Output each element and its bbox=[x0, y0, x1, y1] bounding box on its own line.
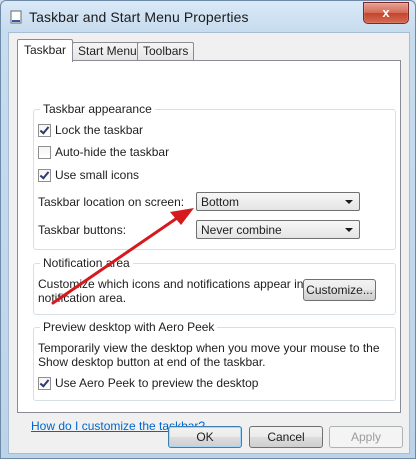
aero-peek-checkbox[interactable] bbox=[38, 377, 51, 390]
title-bar[interactable]: Taskbar and Start Menu Properties x bbox=[1, 1, 415, 33]
tab-taskbar[interactable]: Taskbar bbox=[17, 39, 73, 62]
apply-button[interactable]: Apply bbox=[329, 426, 403, 448]
ok-button[interactable]: OK bbox=[168, 426, 242, 448]
aero-peek-label: Use Aero Peek to preview the desktop bbox=[55, 376, 258, 390]
notification-area-group: Notification area Customize which icons … bbox=[33, 263, 396, 315]
aero-peek-row[interactable]: Use Aero Peek to preview the desktop bbox=[38, 375, 258, 391]
window-title: Taskbar and Start Menu Properties bbox=[29, 9, 249, 25]
peek-description-1: Temporarily view the desktop when you mo… bbox=[38, 341, 380, 355]
location-select-value: Bottom bbox=[201, 195, 239, 209]
notification-description-2: notification area. bbox=[38, 291, 126, 305]
chevron-down-icon bbox=[345, 200, 353, 204]
cancel-button[interactable]: Cancel bbox=[249, 426, 323, 448]
close-icon: x bbox=[382, 5, 389, 20]
customize-button[interactable]: Customize... bbox=[303, 279, 376, 301]
buttons-select-value: Never combine bbox=[201, 223, 282, 237]
lock-taskbar-label: Lock the taskbar bbox=[55, 123, 143, 137]
buttons-select[interactable]: Never combine bbox=[196, 220, 360, 239]
small-icons-checkbox[interactable] bbox=[38, 169, 51, 182]
tab-toolbars[interactable]: Toolbars bbox=[137, 42, 194, 61]
autohide-label: Auto-hide the taskbar bbox=[55, 145, 169, 159]
location-select[interactable]: Bottom bbox=[196, 192, 360, 211]
lock-taskbar-row[interactable]: Lock the taskbar bbox=[38, 122, 143, 138]
group-title-peek: Preview desktop with Aero Peek bbox=[40, 320, 217, 334]
location-label: Taskbar location on screen: bbox=[38, 195, 184, 209]
taskbar-app-icon bbox=[9, 10, 23, 24]
group-title-appearance: Taskbar appearance bbox=[40, 102, 155, 116]
close-button[interactable]: x bbox=[363, 2, 409, 24]
buttons-label: Taskbar buttons: bbox=[38, 223, 126, 237]
dialog-client-area: Taskbar Start Menu Toolbars Taskbar appe… bbox=[8, 32, 410, 454]
notification-description-1: Customize which icons and notifications … bbox=[38, 277, 324, 291]
properties-window: Taskbar and Start Menu Properties x Task… bbox=[0, 0, 416, 459]
lock-taskbar-checkbox[interactable] bbox=[38, 124, 51, 137]
peek-description-2: Show desktop button at end of the taskba… bbox=[38, 355, 266, 369]
group-title-notification: Notification area bbox=[40, 256, 133, 270]
autohide-checkbox[interactable] bbox=[38, 146, 51, 159]
tab-start-menu[interactable]: Start Menu bbox=[72, 42, 143, 61]
small-icons-label: Use small icons bbox=[55, 168, 139, 182]
taskbar-appearance-group: Taskbar appearance Lock the taskbar Auto… bbox=[33, 109, 396, 250]
chevron-down-icon bbox=[345, 228, 353, 232]
aero-peek-group: Preview desktop with Aero Peek Temporari… bbox=[33, 327, 396, 401]
taskbar-tab-panel: Taskbar appearance Lock the taskbar Auto… bbox=[17, 60, 401, 413]
autohide-row[interactable]: Auto-hide the taskbar bbox=[38, 144, 169, 160]
small-icons-row[interactable]: Use small icons bbox=[38, 167, 139, 183]
